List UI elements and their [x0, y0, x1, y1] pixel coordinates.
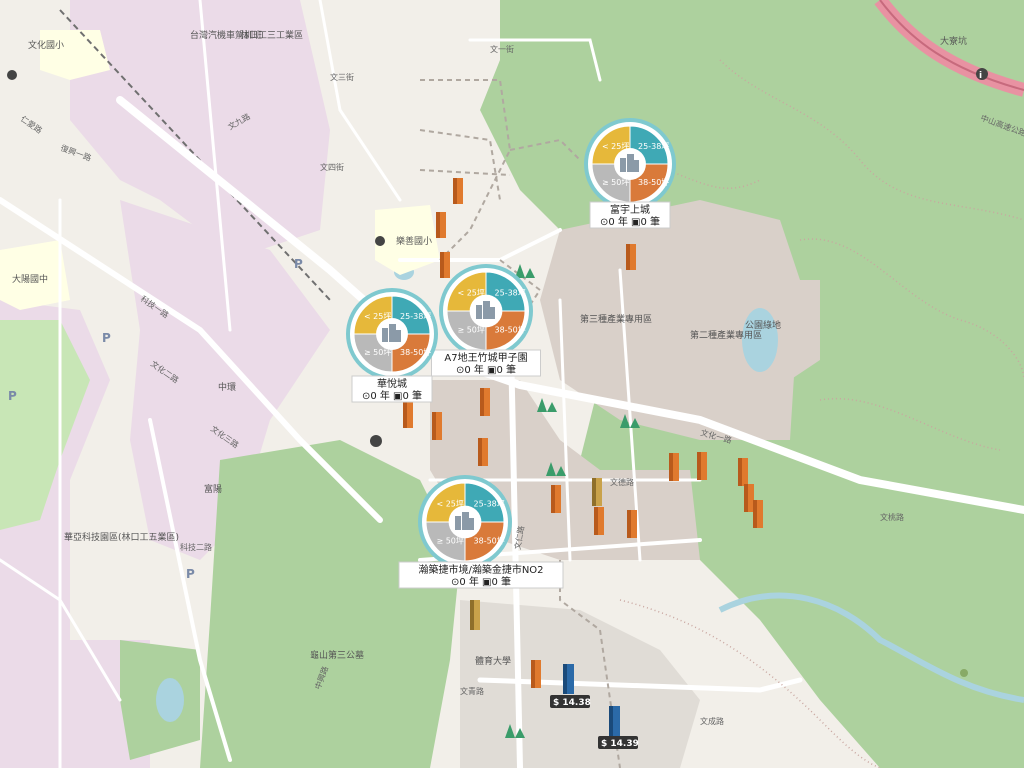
label-huaya: 華亞科技園區(林口工五業區) [64, 531, 179, 543]
building-marker[interactable] [627, 510, 637, 538]
building-marker[interactable] [478, 438, 488, 466]
parking-icon: P [102, 331, 111, 345]
building-marker-blue[interactable] [609, 706, 620, 736]
segment-xl-label: ≥ 50坪 [457, 326, 484, 335]
map-canvas[interactable]: 中山高速公路 台灣汽機車駕訓班 林口工三工業區 文化國小 大陽國中 樂善國小 大… [0, 0, 1024, 768]
label-leshan-school: 樂善國小 [396, 235, 432, 247]
label-industrial-zone: 林口工三工業區 [240, 29, 303, 41]
price-tag-text: $ 14.39 [601, 739, 639, 749]
parking-icon: P [8, 389, 17, 403]
svg-text:i: i [979, 71, 982, 81]
park-icon [960, 669, 968, 677]
cluster-name: 富宇上城 [610, 203, 650, 216]
road-label-wencheng: 文成路 [700, 716, 724, 726]
road-label-wenyi: 文一街 [490, 44, 514, 54]
segment-mid-label: 25-38坪 [638, 142, 669, 151]
label-dapin-school: 大陽國中 [12, 273, 48, 285]
cluster-stats: ⊙0 年 ▣0 筆 [362, 389, 422, 402]
building-marker[interactable] [403, 402, 413, 428]
building-marker[interactable] [626, 244, 636, 270]
segment-xl-label: ≥ 50坪 [602, 178, 629, 187]
road-label-wensi: 文四街 [320, 162, 344, 172]
label-daguan: 大寮坑 [940, 35, 967, 47]
road-label-wentao: 文桃路 [880, 512, 904, 522]
building-marker-gold[interactable] [470, 600, 480, 630]
road-label-wenqing: 文青路 [460, 686, 484, 696]
cluster-stats: ⊙0 年 ▣0 筆 [456, 363, 516, 376]
building-marker[interactable] [440, 252, 450, 278]
segment-mid-label: 25-38坪 [400, 312, 431, 321]
building-marker[interactable] [738, 458, 748, 486]
building-marker[interactable] [531, 660, 541, 688]
cluster-marker[interactable]: < 25坪 25-38坪38-50坪≥ 50坪富宇上城⊙0 年 ▣0 筆 [584, 118, 676, 229]
building-marker[interactable] [551, 485, 561, 513]
building-marker[interactable] [697, 452, 707, 480]
label-waterpark: 公園綠地 [745, 319, 781, 331]
segment-large-label: 38-50坪 [495, 326, 526, 335]
label-sports-univ: 體育大學 [475, 655, 511, 667]
building-marker[interactable] [744, 484, 754, 512]
building-marker-blue[interactable] [563, 664, 574, 694]
price-tag[interactable]: $ 14.38 [550, 695, 591, 708]
segment-xl-label: ≥ 50坪 [436, 537, 463, 546]
yinyang-icon [7, 70, 17, 80]
parking-icon: P [186, 567, 195, 581]
segment-large-label: 38-50坪 [474, 537, 505, 546]
label-guishan: 龜山第三公墓 [310, 649, 364, 661]
segment-large-label: 38-50坪 [400, 348, 431, 357]
label-fuyuan: 富陽 [204, 483, 222, 495]
segment-mid-label: 25-38坪 [474, 499, 505, 508]
price-tag[interactable]: $ 14.39 [598, 736, 639, 749]
building-marker[interactable] [453, 178, 463, 204]
label-third-zone: 第三種產業專用區 [580, 313, 652, 325]
cluster-marker[interactable]: < 25坪 25-38坪38-50坪≥ 50坪華悅城⊙0 年 ▣0 筆 [346, 288, 438, 403]
segment-mid-label: 25-38坪 [495, 288, 526, 297]
road-label-keji2: 科技二路 [180, 542, 212, 552]
segment-large-label: 38-50坪 [638, 178, 669, 187]
label-wenhua-school: 文化國小 [28, 39, 64, 51]
building-marker[interactable] [432, 412, 442, 440]
road-label-wende: 文德路 [610, 477, 634, 487]
building-marker[interactable] [753, 500, 763, 528]
road-label-wensan: 文三街 [330, 72, 354, 82]
building-marker[interactable] [594, 507, 604, 535]
cluster-stats: ⊙0 年 ▣0 筆 [451, 575, 511, 588]
building-marker[interactable] [480, 388, 490, 416]
label-second-zone: 第二種產業專用區 [690, 329, 762, 341]
segment-xl-label: ≥ 50坪 [364, 348, 391, 357]
building-marker[interactable] [669, 453, 679, 481]
label-zhonghuan: 中環 [218, 381, 236, 393]
building-marker-gold[interactable] [592, 478, 602, 506]
price-tag-text: $ 14.38 [553, 698, 591, 708]
parking-icon: P [294, 257, 303, 271]
cluster-name: 瀚築捷市境/瀚築金捷市NO2 [418, 563, 543, 576]
temple-icon [375, 236, 385, 246]
target-icon [370, 435, 382, 447]
building-marker[interactable] [436, 212, 446, 238]
cluster-name: A7地王竹城甲子園 [444, 351, 527, 364]
cluster-name: 華悅城 [377, 377, 407, 390]
cluster-stats: ⊙0 年 ▣0 筆 [600, 215, 660, 228]
